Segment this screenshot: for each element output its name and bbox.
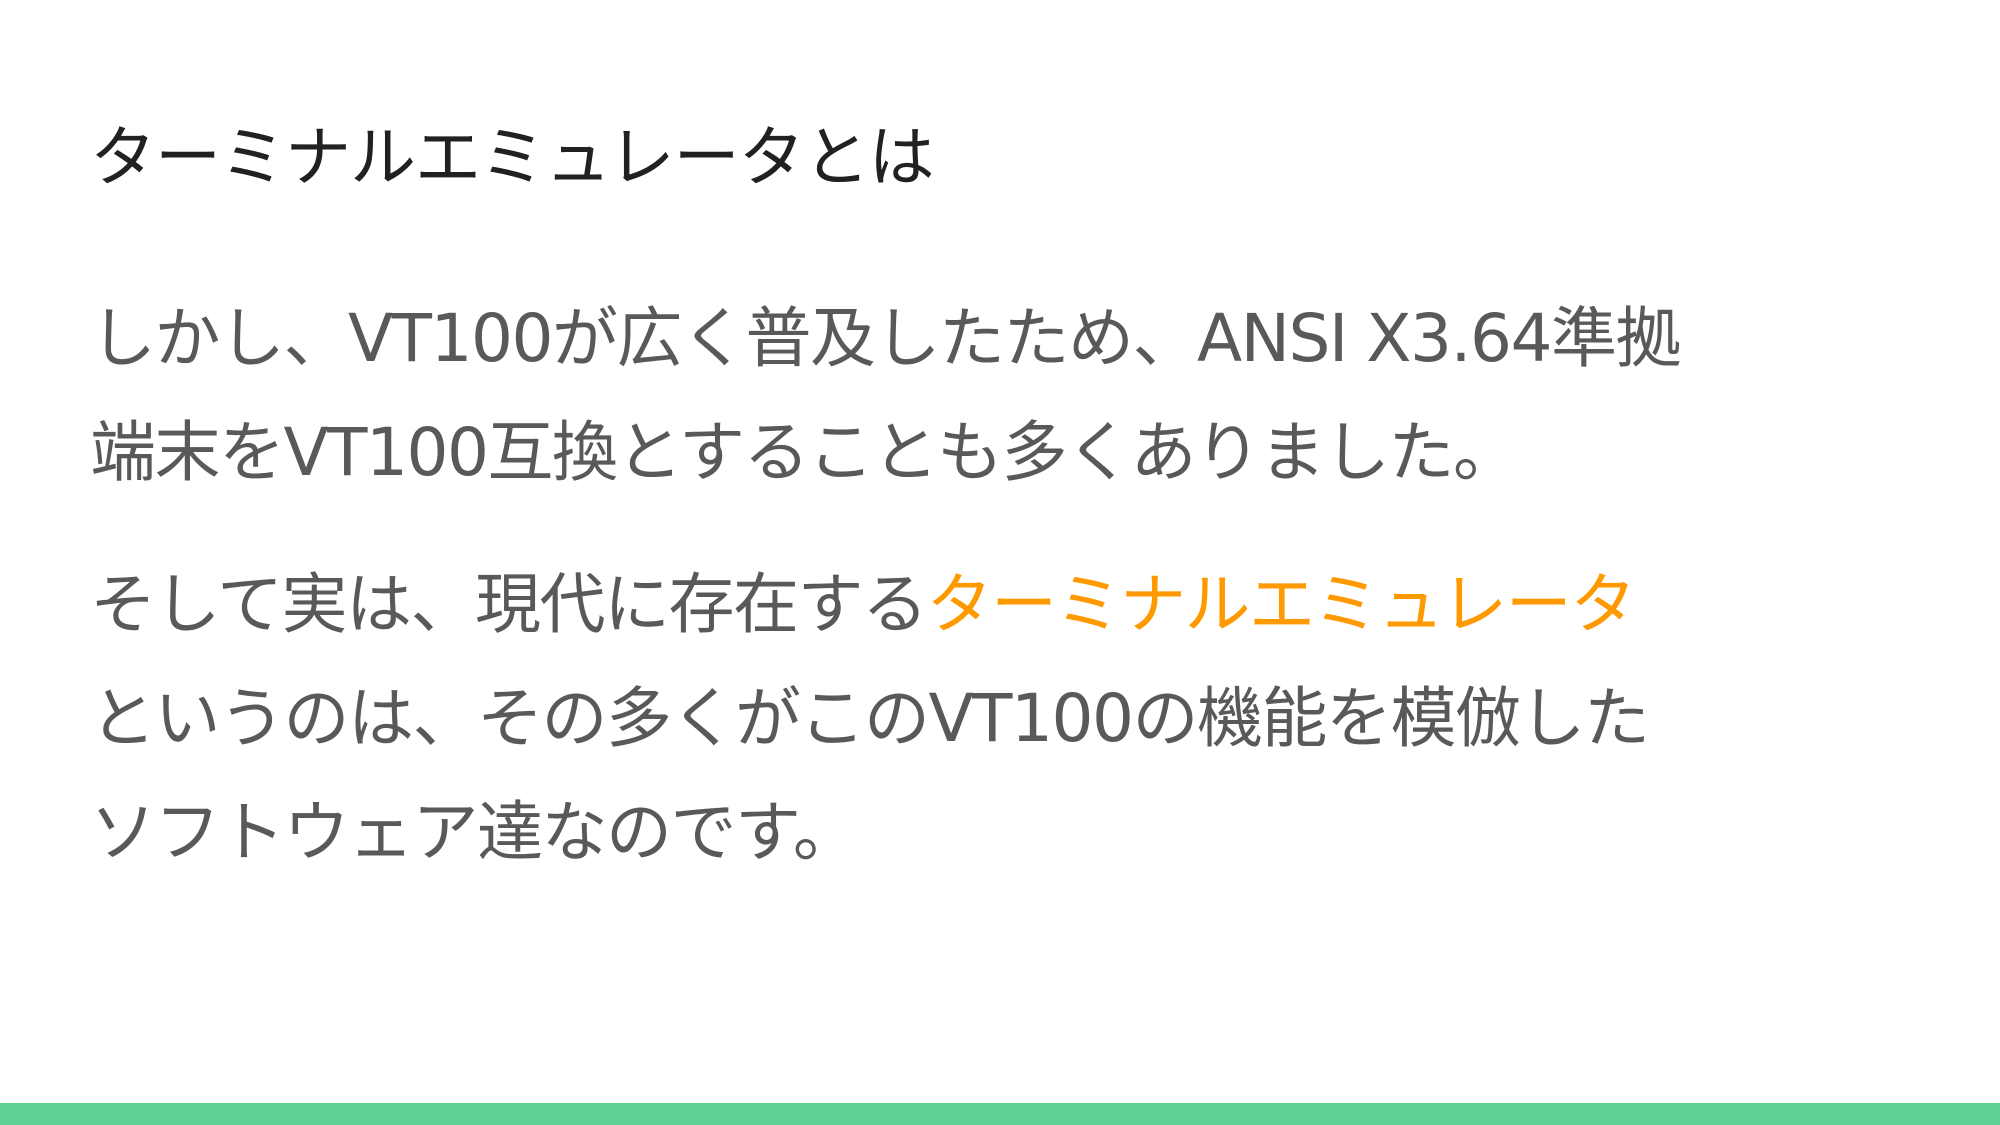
paragraph-2-line-3: ソフトウェア達なのです。 [90,794,859,871]
paragraph-2: そして実は、現代に存在するターミナルエミュレータ というのは、その多くがこのVT… [90,548,1950,890]
paragraph-1: しかし、VT100が広く普及したため、ANSI X3.64準拠 端末をVT100… [90,282,1950,510]
paragraph-2-line-2: というのは、その多くがこのVT100の機能を模倣した [90,680,1650,757]
highlighted-term: ターミナルエミュレータ [926,566,1637,643]
paragraph-2-line-1: そして実は、現代に存在する [90,566,928,643]
slide-body: しかし、VT100が広く普及したため、ANSI X3.64準拠 端末をVT100… [90,282,1950,890]
paragraph-1-line-2: 端末をVT100互換とすることも多くありました。 [90,414,1519,491]
bottom-accent-bar [0,1103,2000,1125]
paragraph-1-line-1: しかし、VT100が広く普及したため、ANSI X3.64準拠 [90,300,1681,377]
slide-title: ターミナルエミュレータとは [90,119,935,196]
slide: ターミナルエミュレータとは しかし、VT100が広く普及したため、ANSI X3… [0,0,2000,1125]
